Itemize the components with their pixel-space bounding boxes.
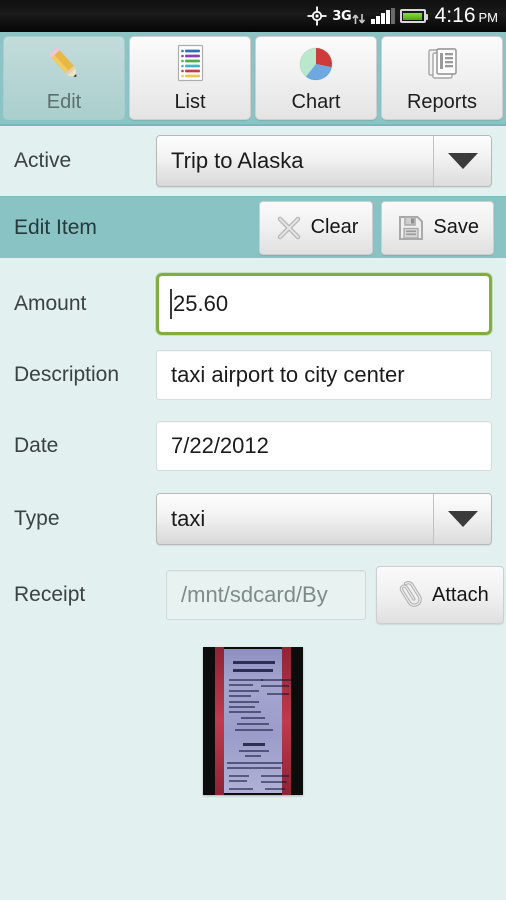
pie-chart-icon: [292, 42, 340, 86]
data-transfer-arrows-icon: [352, 13, 366, 25]
description-input[interactable]: taxi airport to city center: [156, 350, 492, 400]
tab-chart[interactable]: Chart: [255, 36, 377, 120]
active-label: Active: [14, 149, 72, 172]
edit-item-title: Edit Item: [14, 215, 97, 239]
attach-button[interactable]: Attach: [376, 566, 504, 624]
row-date: Date 7/22/2012: [14, 415, 492, 477]
description-label: Description: [14, 363, 120, 386]
row-amount: Amount 25.60: [14, 268, 492, 340]
save-button-label: Save: [433, 216, 479, 238]
network-type-indicator: 3G: [332, 7, 366, 25]
tab-list-label: List: [174, 91, 206, 113]
chevron-down-icon[interactable]: [433, 494, 491, 544]
tab-chart-label: Chart: [291, 91, 341, 113]
active-trip-row: Active Trip to Alaska: [0, 126, 506, 196]
network-type-label: 3G: [332, 8, 352, 24]
tab-reports[interactable]: Reports: [381, 36, 503, 120]
amount-input[interactable]: 25.60: [156, 273, 492, 335]
tab-edit-label: Edit: [46, 91, 82, 113]
description-value: taxi airport to city center: [171, 362, 405, 387]
tab-list[interactable]: List: [129, 36, 251, 120]
date-input[interactable]: 7/22/2012: [156, 421, 492, 471]
app-screen: 3G 4:16 PM Edit List Chart Reports Activ…: [0, 0, 506, 900]
clock-meridiem: PM: [478, 10, 499, 25]
chevron-down-icon[interactable]: [433, 136, 491, 186]
floppy-disk-icon: [396, 213, 426, 243]
type-label: Type: [14, 507, 60, 530]
save-button[interactable]: Save: [381, 200, 494, 255]
x-cross-icon: [274, 213, 304, 243]
tab-reports-label: Reports: [406, 91, 478, 113]
amount-value: 25.60: [173, 291, 229, 316]
clear-button[interactable]: Clear: [258, 200, 374, 255]
date-value: 7/22/2012: [171, 433, 269, 458]
tab-edit[interactable]: Edit: [3, 36, 125, 120]
receipt-path-input[interactable]: /mnt/sdcard/By: [166, 570, 366, 620]
type-value: taxi: [171, 506, 206, 531]
battery-full-icon: [399, 9, 428, 23]
status-bar-clock: 4:16 PM: [435, 4, 498, 28]
gps-crosshair-icon: [307, 6, 327, 26]
active-trip-value: Trip to Alaska: [171, 148, 304, 173]
text-cursor: [170, 289, 172, 319]
row-receipt: Receipt /mnt/sdcard/By Attach: [14, 561, 504, 629]
clear-button-label: Clear: [310, 216, 359, 238]
edit-item-form: Amount 25.60 Description taxi airport to…: [0, 258, 506, 795]
row-type: Type taxi: [14, 486, 492, 552]
clock-time: 4:16: [434, 4, 476, 27]
row-description: Description taxi airport to city center: [14, 344, 492, 406]
date-label: Date: [14, 434, 59, 457]
attach-button-label: Attach: [432, 583, 489, 606]
paperclip-icon: [391, 579, 425, 611]
list-icon: [166, 42, 214, 86]
signal-bars-icon: [371, 8, 395, 24]
pencil-icon: [40, 42, 88, 86]
amount-label: Amount: [14, 292, 87, 315]
receipt-label: Receipt: [14, 583, 86, 606]
receipt-photo-thumbnail[interactable]: [203, 647, 303, 795]
edit-item-header: Edit Item Clear Save: [0, 196, 506, 258]
receipt-thumbnail-wrap: [14, 647, 492, 795]
active-trip-spinner[interactable]: Trip to Alaska: [156, 135, 492, 187]
status-bar: 3G 4:16 PM: [0, 0, 506, 32]
main-tab-bar: Edit List Chart Reports: [0, 32, 506, 126]
receipt-path-value: /mnt/sdcard/By: [181, 582, 328, 607]
type-spinner[interactable]: taxi: [156, 493, 492, 545]
documents-icon: [418, 42, 466, 86]
